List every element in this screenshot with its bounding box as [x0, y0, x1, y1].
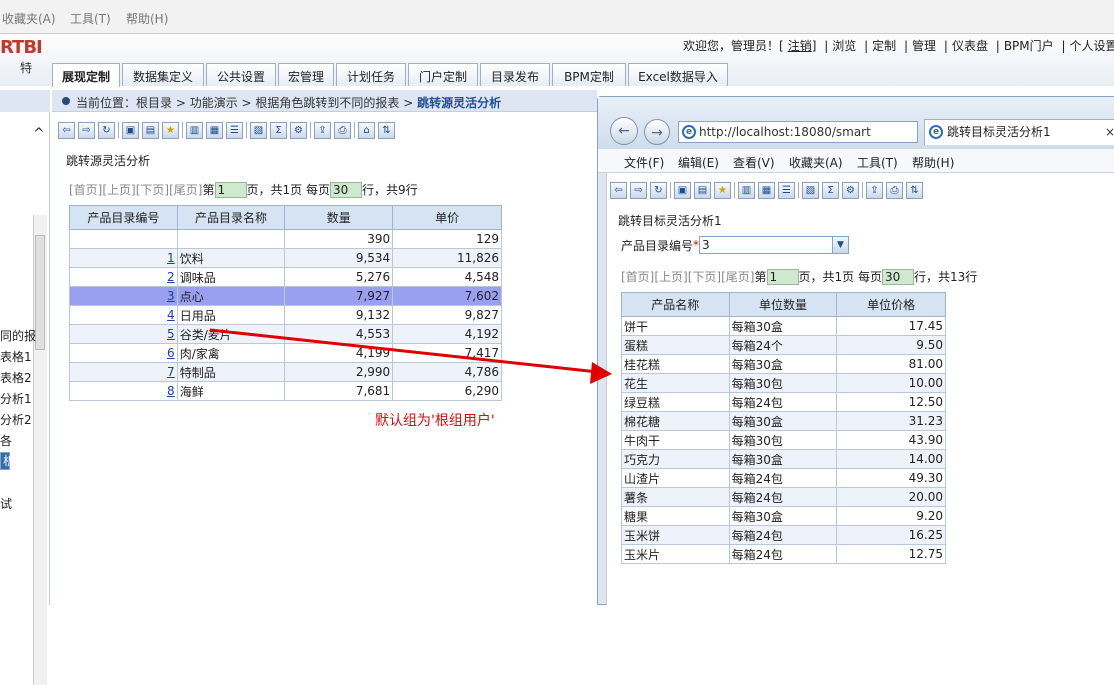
arrow-head — [590, 362, 612, 384]
jump-arrow — [209, 328, 612, 384]
arrow-line — [209, 328, 599, 374]
